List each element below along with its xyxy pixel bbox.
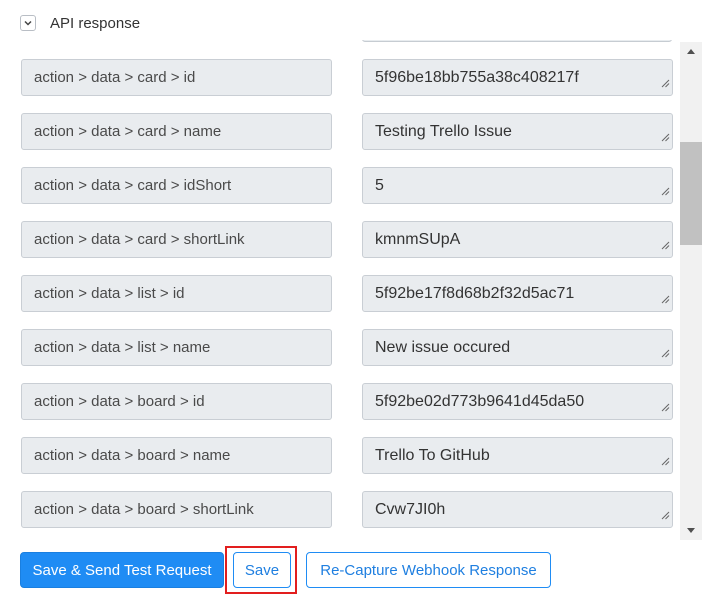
chevron-down-icon[interactable] (20, 15, 36, 31)
field-key: action > data > board > id (21, 383, 332, 420)
field-key: action > data > card > shortLink (21, 221, 332, 258)
field-value-text: 5f92be17f8d68b2f32d5ac71 (375, 284, 575, 302)
field-key: action > data > card > idShort (21, 167, 332, 204)
field-value-textarea[interactable]: New issue occured (362, 329, 673, 366)
scroll-down-arrow-icon[interactable] (680, 522, 702, 540)
field-value-textarea[interactable]: 5f96be18bb755a38c408217f (362, 59, 673, 96)
field-value-textarea[interactable]: 5f92be02d773b9641d45da50 (362, 383, 673, 420)
resize-handle-icon[interactable] (661, 399, 670, 417)
field-value-text: 5f92be02d773b9641d45da50 (375, 392, 585, 410)
field-key: action > data > list > name (21, 329, 332, 366)
resize-handle-icon[interactable] (661, 345, 670, 363)
field-value-textarea[interactable]: Cvw7JI0h (362, 491, 673, 528)
field-value-text: 5 (375, 176, 384, 194)
field-row: action > data > board > id 5f92be02d773b9… (0, 383, 690, 437)
field-value-text: Cvw7JI0h (375, 500, 446, 518)
field-row: action > data > card > name Testing Trell… (0, 113, 690, 167)
resize-handle-icon[interactable] (661, 129, 670, 147)
field-row: action > data > board > name Trello To Gi… (0, 437, 690, 491)
field-value-text: kmnmSUpA (375, 230, 461, 248)
field-value-text: New issue occured (375, 338, 511, 356)
field-key: action > data > card > id (21, 59, 332, 96)
field-value-text: 5f96be18bb755a38c408217f (375, 68, 579, 86)
scroll-thumb[interactable] (680, 142, 702, 245)
resize-handle-icon[interactable] (661, 237, 670, 255)
field-row: action > data > card > idShort 5 (0, 167, 690, 221)
field-row: action > data > card > id 5f96be18bb755a3… (0, 59, 690, 113)
section-title: API response (50, 14, 141, 32)
field-key: action > data > board > shortLink (21, 491, 332, 528)
field-value-text: Trello To GitHub (375, 446, 490, 464)
field-value-textarea[interactable]: Testing Trello Issue (362, 113, 673, 150)
field-value-textarea[interactable]: 5 (362, 167, 673, 204)
field-row: action > data > list > id 5f92be17f8d68b2… (0, 275, 690, 329)
field-key: action > data > card > name (21, 113, 332, 150)
field-row: action > data > board > shortLink Cvw7JI0… (0, 491, 690, 540)
field-key: action > data > board > name (21, 437, 332, 474)
section-header[interactable]: API response (20, 12, 140, 34)
save-and-send-test-request-button[interactable]: Save & Send Test Request (20, 552, 224, 588)
field-value-textarea[interactable]: 5f92be17f8d68b2f32d5ac71 (362, 275, 673, 312)
resize-handle-icon[interactable] (661, 453, 670, 471)
resize-handle-icon[interactable] (661, 507, 670, 525)
field-value-textarea[interactable]: Trello To GitHub (362, 437, 673, 474)
vertical-scrollbar[interactable] (680, 42, 702, 540)
field-value-text: Testing Trello Issue (375, 122, 512, 140)
resize-handle-icon[interactable] (661, 183, 670, 201)
resize-handle-icon[interactable] (661, 291, 670, 309)
response-fields-panel[interactable]: action > data > card > id 5f96be18bb755a3… (0, 40, 704, 540)
save-button[interactable]: Save (233, 552, 291, 588)
field-row: action > data > card > shortLink kmnmSUpA (0, 221, 690, 275)
field-rows: action > data > card > id 5f96be18bb755a3… (0, 59, 690, 540)
recapture-webhook-response-button[interactable]: Re-Capture Webhook Response (306, 552, 551, 588)
scroll-up-arrow-icon[interactable] (680, 42, 702, 60)
partial-value-field[interactable] (362, 40, 672, 42)
resize-handle-icon[interactable] (661, 75, 670, 93)
field-row: action > data > list > name New issue occ… (0, 329, 690, 383)
field-key: action > data > list > id (21, 275, 332, 312)
field-value-textarea[interactable]: kmnmSUpA (362, 221, 673, 258)
